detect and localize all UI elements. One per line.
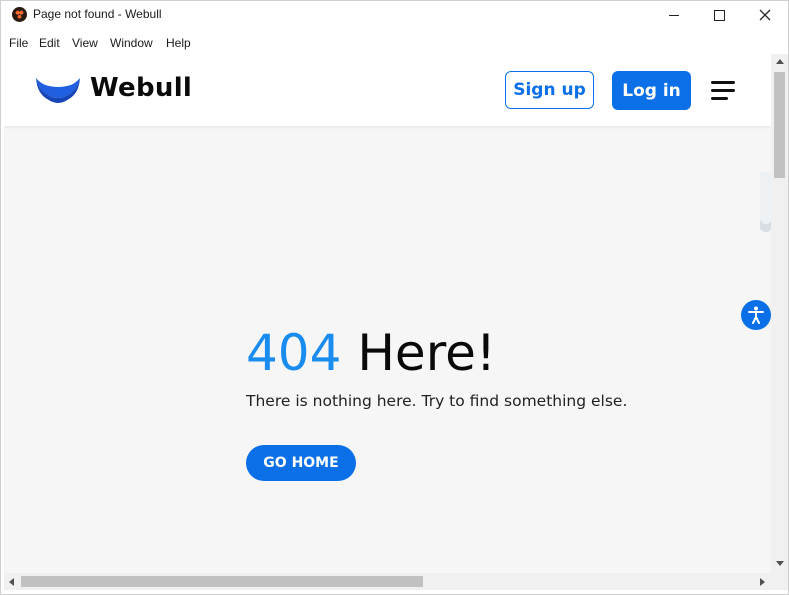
error-code: 404	[246, 324, 342, 382]
horizontal-scroll-thumb[interactable]	[21, 576, 423, 587]
maximize-button[interactable]	[696, 1, 742, 29]
close-icon	[759, 9, 771, 21]
minimize-button[interactable]	[651, 1, 697, 29]
accessibility-icon	[748, 306, 764, 324]
vertical-scrollbar[interactable]	[771, 54, 788, 573]
go-home-button[interactable]: GO HOME	[246, 445, 356, 481]
logo-text[interactable]: Webull	[90, 73, 192, 103]
window-title: Page not found - Webull	[33, 7, 162, 21]
scroll-right-arrow-icon[interactable]	[760, 578, 765, 586]
error-heading: 404 Here!	[246, 324, 627, 382]
vertical-scroll-thumb[interactable]	[774, 72, 785, 178]
scrollbar-corner	[771, 573, 788, 590]
site-header: Webull Sign up Log in	[4, 54, 771, 126]
maximize-icon	[713, 9, 725, 21]
hamburger-menu-icon[interactable]	[711, 81, 735, 101]
log-in-button[interactable]: Log in	[612, 71, 691, 110]
page-viewport: Webull Sign up Log in 404 Here! There is…	[4, 54, 771, 573]
app-icon	[12, 7, 27, 22]
minimize-icon	[669, 14, 679, 16]
browser-window: Page not found - Webull File Edit View W…	[0, 0, 789, 595]
scroll-down-arrow-icon[interactable]	[776, 561, 784, 566]
sign-up-button[interactable]: Sign up	[505, 71, 594, 109]
menu-view[interactable]: View	[72, 36, 98, 50]
menu-edit[interactable]: Edit	[39, 36, 60, 50]
mascot-image	[760, 172, 771, 232]
horizontal-scrollbar[interactable]	[4, 573, 771, 590]
error-message: There is nothing here. Try to find somet…	[246, 392, 628, 410]
error-title-text: Here!	[341, 324, 496, 382]
error-section: 404 Here! There is nothing here. Try to …	[246, 324, 628, 481]
accessibility-button[interactable]	[741, 300, 771, 330]
menu-help[interactable]: Help	[166, 36, 191, 50]
menu-file[interactable]: File	[9, 36, 28, 50]
scroll-left-arrow-icon[interactable]	[9, 578, 14, 586]
scroll-up-arrow-icon[interactable]	[776, 59, 784, 64]
title-bar: Page not found - Webull	[1, 1, 788, 29]
menu-window[interactable]: Window	[110, 36, 153, 50]
close-button[interactable]	[742, 1, 788, 29]
webull-logo-icon[interactable]	[35, 75, 81, 105]
menu-bar: File Edit View Window Help	[1, 30, 788, 54]
